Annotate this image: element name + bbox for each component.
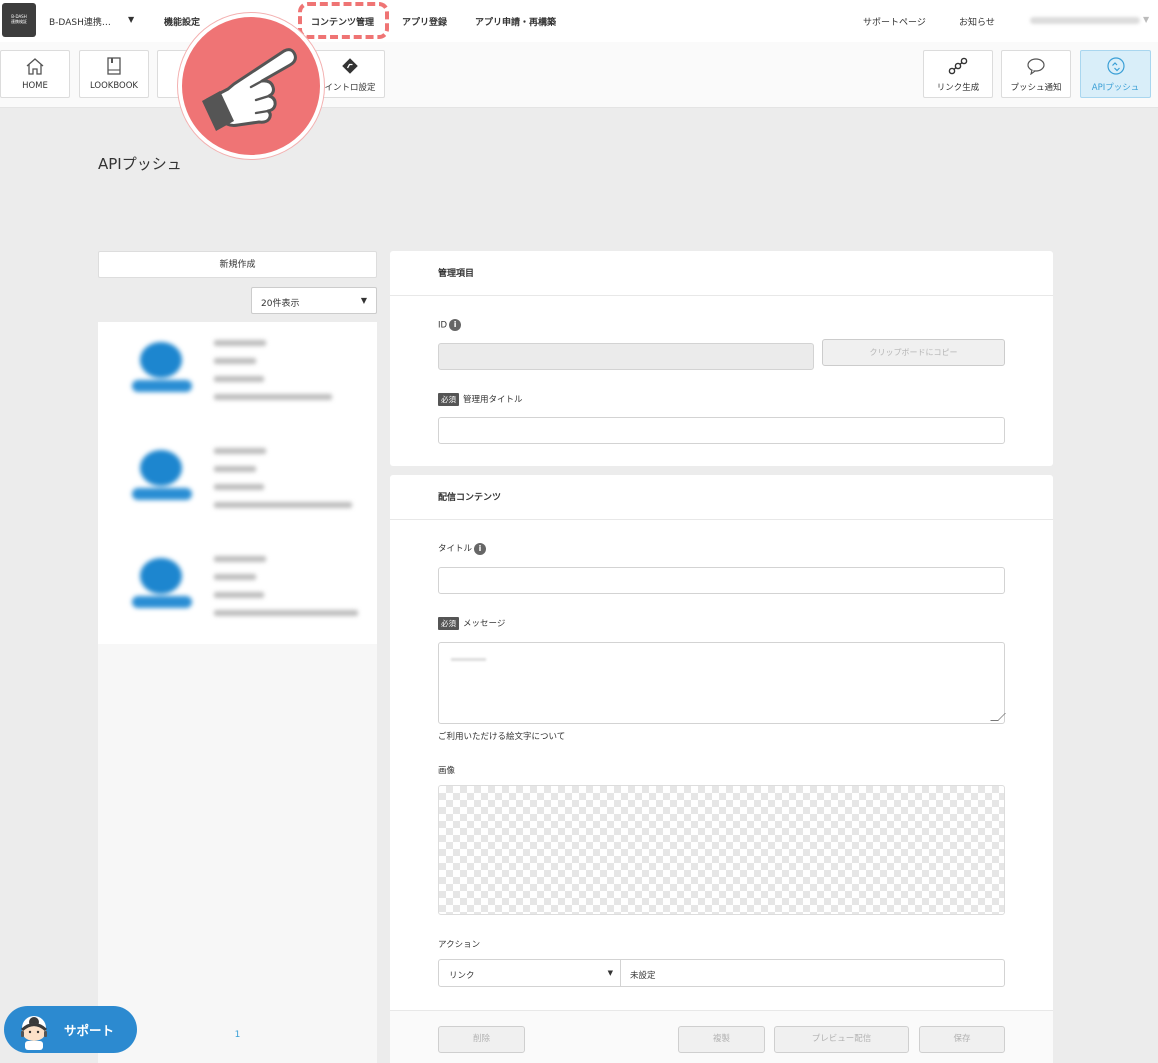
menu-app-registration[interactable]: アプリ登録 [402, 15, 447, 28]
manage-card: 管理項目 ID i クリップボードにコピー 必須 管理用タイトル [390, 251, 1053, 466]
required-badge: 必須 [438, 617, 459, 630]
toolbar: HOME LOOKBOOK イントロ設定 リンク生成 プッシュ通知 APIプッシ… [0, 42, 1158, 108]
home-icon [1, 51, 69, 75]
chevron-down-icon: ▼ [360, 296, 367, 305]
required-badge: 必須 [438, 393, 459, 406]
support-label: サポート [64, 1023, 115, 1038]
menu-app-submission[interactable]: アプリ申請・再構築 [475, 15, 556, 28]
copy-to-clipboard-button[interactable]: クリップボードにコピー [822, 339, 1005, 366]
message-label: 必須 メッセージ [438, 617, 505, 630]
speech-bubble-icon [1002, 51, 1070, 76]
chevron-down-icon: ▼ [607, 969, 613, 977]
intro-icon [316, 51, 384, 74]
account-email[interactable] [1030, 17, 1140, 24]
link-nodes-icon [924, 51, 992, 75]
title-label: タイトル i [438, 542, 487, 555]
news-link[interactable]: お知らせ [959, 15, 995, 28]
action-type-select[interactable]: リンク ▼ [438, 959, 621, 987]
info-icon[interactable]: i [474, 542, 487, 555]
image-upload-area[interactable] [438, 785, 1005, 915]
intro-settings-button[interactable]: イントロ設定 [315, 50, 385, 98]
push-list [98, 322, 377, 1063]
action-value-field[interactable]: 未設定 [620, 959, 1005, 987]
admin-title-label: 必須 管理用タイトル [438, 393, 523, 406]
id-label: ID i [438, 319, 462, 331]
pagination-page[interactable]: 1 [98, 1030, 377, 1040]
per-page-select[interactable]: 20件表示 ▼ [251, 287, 377, 314]
push-notification-button[interactable]: プッシュ通知 [1001, 50, 1071, 98]
form-footer: 削除 複製 プレビュー配信 保存 [390, 1010, 1053, 1063]
resize-handle[interactable] [990, 713, 1006, 721]
support-avatar-icon [17, 1013, 51, 1051]
book-icon [80, 51, 148, 75]
lookbook-button[interactable]: LOOKBOOK [79, 50, 149, 98]
title-input[interactable] [438, 567, 1005, 594]
manage-header: 管理項目 [390, 251, 1053, 296]
message-textarea[interactable] [438, 642, 1006, 724]
thumbnail-image [132, 450, 192, 506]
per-page-value: 20件表示 [261, 299, 300, 309]
action-label: アクション [438, 940, 481, 950]
admin-title-input[interactable] [438, 417, 1005, 444]
account-dropdown-icon[interactable]: ▼ [1143, 15, 1149, 24]
link-generation-button[interactable]: リンク生成 [923, 50, 993, 98]
preview-send-button[interactable]: プレビュー配信 [774, 1026, 909, 1053]
thumbnail-image [132, 342, 192, 398]
api-push-icon [1081, 51, 1150, 75]
list-item[interactable] [98, 322, 377, 430]
project-dropdown-icon[interactable]: ▼ [128, 15, 134, 24]
delete-button[interactable]: 削除 [438, 1026, 525, 1053]
info-icon[interactable]: i [449, 319, 462, 331]
list-item[interactable] [98, 430, 377, 538]
project-name[interactable]: B-DASH連携… [49, 15, 111, 28]
pointing-hand-icon [178, 13, 324, 159]
api-push-button[interactable]: APIプッシュ [1080, 50, 1151, 98]
page-title: APIプッシュ [98, 155, 182, 173]
emoji-note-link[interactable]: ご利用いただける絵文字について [438, 730, 565, 742]
app-logo[interactable]: B-DASH 連携検証 [2, 3, 36, 37]
content-card: 配信コンテンツ タイトル i 必須 メッセージ ご利用いただける絵文字について 画像… [390, 475, 1053, 1063]
save-button[interactable]: 保存 [919, 1026, 1005, 1053]
list-item[interactable] [98, 538, 377, 646]
home-button[interactable]: HOME [0, 50, 70, 98]
support-button[interactable]: サポート [4, 1006, 137, 1053]
thumbnail-image [132, 558, 192, 614]
new-create-button[interactable]: 新規作成 [98, 251, 377, 278]
support-page-link[interactable]: サポートページ [863, 15, 926, 28]
content-header: 配信コンテンツ [390, 475, 1053, 520]
id-field [438, 343, 814, 370]
duplicate-button[interactable]: 複製 [678, 1026, 765, 1053]
top-navigation-bar: B-DASH 連携検証 B-DASH連携… ▼ 機能設定 コンテンツ管理 アプリ登… [0, 0, 1158, 42]
image-label: 画像 [438, 766, 456, 776]
